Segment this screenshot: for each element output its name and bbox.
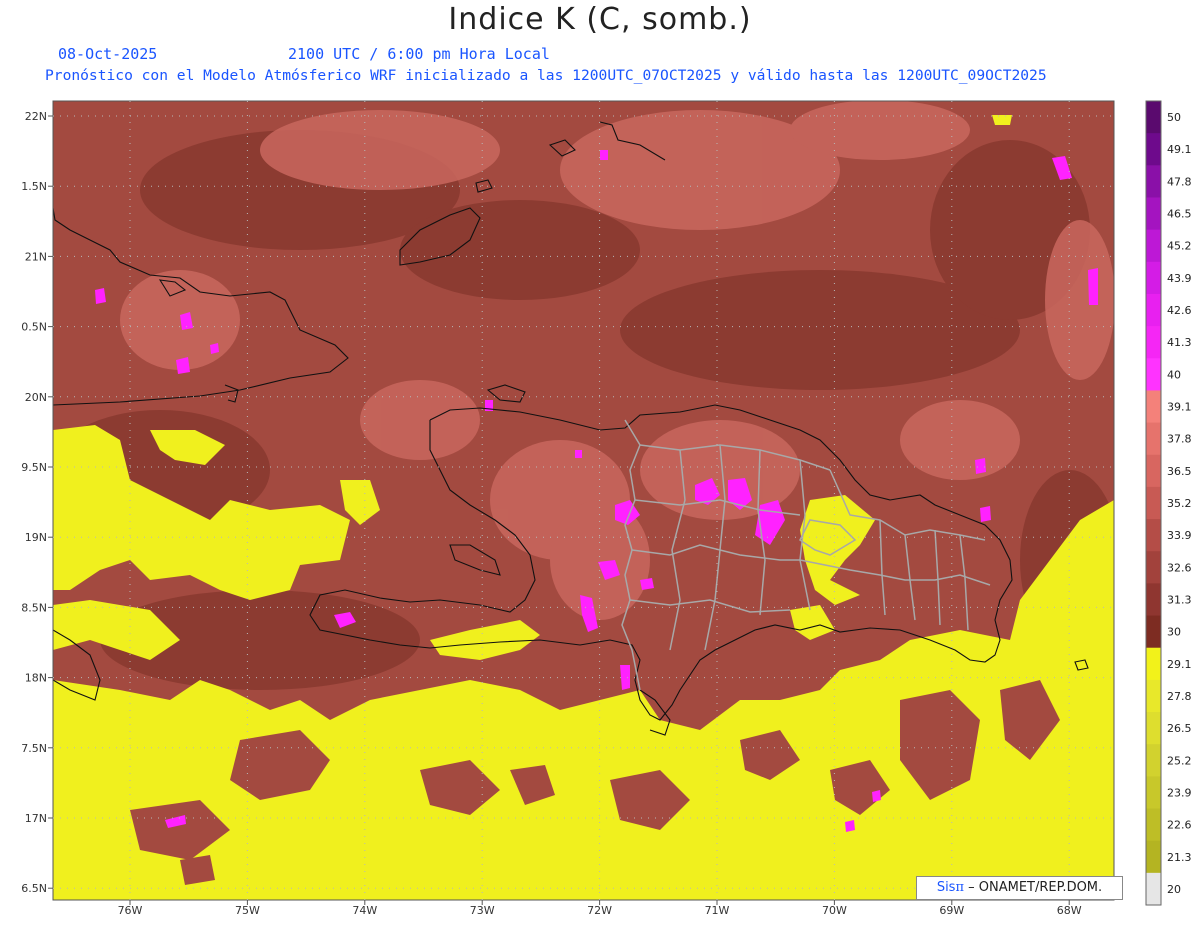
colorbar-label: 46.5 (1167, 208, 1192, 221)
colorbar-label: 49.1 (1167, 143, 1192, 156)
colorbar-swatch (1146, 390, 1161, 424)
lon-tick-label: 70W (822, 904, 847, 917)
credit-sis: Sis (936, 880, 956, 895)
lon-tick-label: 72W (587, 904, 612, 917)
colorbar-label: 40 (1167, 368, 1181, 381)
colorbar-swatch (1146, 197, 1161, 231)
colorbar-swatch (1146, 133, 1161, 166)
colorbar-label: 42.6 (1167, 304, 1192, 317)
colorbar-label: 41.3 (1167, 336, 1192, 349)
colorbar-swatch (1146, 840, 1161, 874)
lat-tick-label: 21N (25, 250, 47, 263)
colorbar-swatch (1146, 486, 1161, 520)
lon-tick-label: 76W (118, 904, 143, 917)
k-index-map: 22N 1.5N 21N 0.5N 20N 9.5N 19N 8.5N 18N 7.5N 17N 6.… (21, 100, 1192, 917)
lat-tick-label: 19N (25, 531, 47, 544)
colorbar-swatch (1146, 615, 1161, 649)
lat-tick-label: 9.5N (21, 461, 47, 474)
colorbar-label: 47.8 (1167, 175, 1192, 188)
colorbar-swatch (1146, 293, 1161, 327)
credit-pi-symbol: π (955, 880, 964, 895)
colorbar-label: 35.2 (1167, 497, 1192, 510)
lat-tick-label: 1.5N (21, 180, 47, 193)
colorbar-label: 27.8 (1167, 690, 1192, 703)
lon-tick-label: 74W (352, 904, 377, 917)
colorbar-swatch (1146, 519, 1161, 552)
colorbar-swatch (1146, 679, 1161, 713)
colorbar-swatch (1146, 101, 1161, 134)
colorbar-label: 25.2 (1167, 754, 1192, 767)
lat-tick-label: 18N (25, 672, 47, 685)
colorbar-swatch (1146, 229, 1161, 263)
colorbar-swatch (1146, 647, 1161, 681)
colorbar-swatch (1146, 551, 1161, 584)
credit-org: – ONAMET/REP.DOM. (968, 880, 1103, 895)
colorbar-swatch (1146, 422, 1161, 456)
colorbar-swatch (1146, 872, 1161, 906)
lon-tick-label: 75W (235, 904, 260, 917)
credit-box: Sisπ – ONAMET/REP.DOM. (916, 876, 1123, 900)
longitude-labels: 76W 75W 74W 73W 72W 71W 70W 69W 68W (118, 900, 1082, 917)
colorbar-label: 29.1 (1167, 658, 1192, 671)
colorbar-label: 23.9 (1167, 786, 1192, 799)
lat-tick-label: 22N (25, 110, 47, 123)
colorbar-swatch (1146, 583, 1161, 617)
colorbar-label: 37.8 (1167, 433, 1192, 446)
colorbar-label: 32.6 (1167, 561, 1192, 574)
lon-tick-label: 71W (705, 904, 730, 917)
lat-tick-label: 20N (25, 391, 47, 404)
colorbar-label: 36.5 (1167, 465, 1192, 478)
valid-time: 2100 UTC / 6:00 pm Hora Local (288, 45, 550, 63)
lat-tick-label: 7.5N (21, 742, 47, 755)
colorbar-swatch (1146, 454, 1161, 488)
colorbar-label: 21.3 (1167, 851, 1192, 864)
colorbar-label: 39.1 (1167, 401, 1192, 414)
colorbar-label: 20 (1167, 883, 1181, 896)
latitude-labels: 22N 1.5N 21N 0.5N 20N 9.5N 19N 8.5N 18N 7.5N 17N 6.… (21, 110, 53, 895)
colorbar-label: 50 (1167, 111, 1181, 124)
colorbar-swatch (1146, 358, 1161, 391)
colorbar-label: 22.6 (1167, 819, 1192, 832)
lat-tick-label: 8.5N (21, 601, 47, 614)
colorbar-swatch (1146, 712, 1161, 745)
colorbar-label: 30 (1167, 626, 1181, 639)
lat-tick-label: 0.5N (21, 321, 47, 334)
colorbar-swatch (1146, 165, 1161, 198)
lat-tick-label: 6.5N (21, 882, 47, 895)
colorbar-swatch (1146, 744, 1161, 777)
lon-tick-label: 68W (1057, 904, 1082, 917)
lon-tick-label: 73W (470, 904, 495, 917)
colorbar-swatch (1146, 776, 1161, 810)
colorbar-swatch (1146, 808, 1161, 842)
colorbar-swatch (1146, 261, 1161, 295)
colorbar-label: 31.3 (1167, 593, 1192, 606)
colorbar-label: 26.5 (1167, 722, 1192, 735)
colorbar-swatch (1146, 326, 1161, 359)
colorbar-label: 33.9 (1167, 529, 1192, 542)
lon-tick-label: 69W (939, 904, 964, 917)
lat-tick-label: 17N (25, 812, 47, 825)
k-index-field (53, 101, 1114, 900)
colorbar-label: 45.2 (1167, 240, 1192, 253)
colorbar: 50 49.1 47.8 46.5 45.2 43.9 42.6 41.3 40 39.1 37.8… (1145, 100, 1192, 906)
colorbar-label: 43.9 (1167, 272, 1192, 285)
map-title: Indice K (C, somb.) (448, 2, 752, 37)
forecast-info: Pronóstico con el Modelo Atmósferico WRF… (45, 67, 1047, 84)
valid-date: 08-Oct-2025 (58, 45, 158, 63)
